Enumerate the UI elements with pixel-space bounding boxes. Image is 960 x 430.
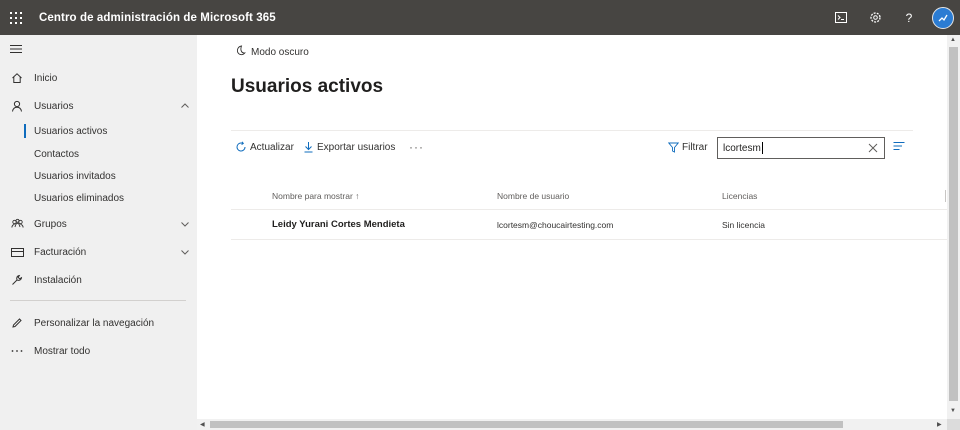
hamburger-icon[interactable]	[9, 43, 23, 55]
dark-mode-label: Modo oscuro	[251, 46, 309, 58]
active-indicator	[24, 124, 26, 138]
help-glyph: ?	[905, 10, 913, 25]
horizontal-scroll-thumb[interactable]	[210, 421, 843, 428]
vertical-scroll-thumb[interactable]	[949, 47, 958, 401]
sidebar: Inicio Usuarios Usuarios activos Contact…	[0, 35, 197, 430]
sidebar-item-inicio[interactable]: Inicio	[0, 66, 197, 90]
gear-icon[interactable]	[858, 0, 892, 35]
column-resize-handle[interactable]	[945, 190, 946, 202]
sidebar-item-mostrar-todo[interactable]: Mostrar todo	[0, 339, 197, 363]
command-bar: Actualizar Exportar usuarios ··· Filtrar…	[231, 130, 913, 162]
vertical-scrollbar[interactable]: ▲ ▼	[947, 35, 960, 419]
search-input[interactable]: lcortesm	[717, 137, 885, 159]
sidebar-subitem-label: Usuarios activos	[34, 125, 108, 137]
more-actions-icon: ···	[409, 140, 424, 154]
filter-button[interactable]: Filtrar	[668, 131, 708, 163]
chevron-up-icon[interactable]	[180, 101, 190, 111]
text-caret	[761, 142, 763, 154]
cell-username: lcortesm@choucairtesting.com	[497, 220, 614, 230]
column-header-display-name[interactable]: Nombre para mostrar ↑	[272, 191, 359, 201]
more-actions-button[interactable]: ···	[409, 131, 424, 163]
sidebar-subitem-label: Usuarios invitados	[34, 170, 116, 182]
clear-search-icon[interactable]	[868, 143, 878, 153]
avatar	[932, 6, 954, 29]
sidebar-subitem-contactos[interactable]: Contactos	[0, 144, 197, 164]
page-title: Usuarios activos	[231, 76, 384, 97]
account-button[interactable]	[926, 0, 960, 35]
moon-icon	[235, 45, 246, 59]
scroll-right-icon[interactable]: ▶	[937, 421, 942, 428]
sidebar-subitem-usuarios-invitados[interactable]: Usuarios invitados	[0, 166, 197, 186]
sidebar-item-label: Inicio	[34, 72, 58, 84]
home-icon	[10, 71, 24, 85]
refresh-button[interactable]: Actualizar	[235, 131, 294, 163]
sidebar-item-instalacion[interactable]: Instalación	[0, 268, 197, 292]
horizontal-scrollbar[interactable]: ◀ ▶	[197, 419, 947, 430]
dark-mode-toggle[interactable]: Modo oscuro	[235, 45, 309, 59]
sidebar-item-facturacion[interactable]: Facturación	[0, 240, 197, 264]
scroll-down-icon[interactable]: ▼	[950, 408, 956, 414]
refresh-label: Actualizar	[250, 141, 294, 153]
help-icon[interactable]: ?	[892, 0, 926, 35]
sidebar-divider	[10, 300, 186, 301]
column-header-username[interactable]: Nombre de usuario	[497, 191, 569, 201]
terminal-icon[interactable]	[824, 0, 858, 35]
refresh-icon	[236, 141, 246, 152]
sidebar-item-usuarios[interactable]: Usuarios	[0, 94, 197, 118]
app-title[interactable]: Centro de administración de Microsoft 36…	[39, 12, 276, 24]
sidebar-item-label: Grupos	[34, 218, 67, 230]
sidebar-subitem-label: Usuarios eliminados	[34, 192, 125, 204]
download-icon	[304, 142, 313, 153]
filter-icon	[668, 142, 679, 153]
sidebar-item-label: Usuarios	[34, 100, 74, 112]
group-icon	[10, 217, 24, 231]
sidebar-item-label: Facturación	[34, 246, 87, 258]
person-icon	[10, 99, 24, 113]
ellipsis-icon	[10, 344, 24, 358]
sidebar-subitem-usuarios-activos[interactable]: Usuarios activos	[0, 121, 197, 141]
users-table: Nombre para mostrar ↑ Nombre de usuario …	[231, 183, 947, 240]
chevron-down-icon[interactable]	[180, 247, 190, 257]
billing-icon	[10, 245, 24, 259]
top-bar: Centro de administración de Microsoft 36…	[0, 0, 960, 35]
sidebar-subitem-usuarios-eliminados[interactable]: Usuarios eliminados	[0, 188, 197, 208]
pencil-icon	[10, 316, 24, 330]
sidebar-item-label: Instalación	[34, 274, 82, 286]
sidebar-subitem-label: Contactos	[34, 148, 80, 160]
export-users-label: Exportar usuarios	[317, 141, 396, 153]
main-content: Modo oscuro Usuarios activos Actualizar …	[197, 35, 947, 419]
export-users-button[interactable]: Exportar usuarios	[303, 131, 395, 163]
sidebar-item-grupos[interactable]: Grupos	[0, 212, 197, 236]
cell-license: Sin licencia	[722, 220, 765, 230]
column-options-icon[interactable]	[893, 141, 905, 153]
scrollbar-corner	[947, 419, 960, 430]
table-row[interactable]: Leidy Yurani Cortes Mendieta lcortesm@ch…	[231, 210, 947, 240]
filter-label: Filtrar	[682, 141, 708, 153]
cell-display-name[interactable]: Leidy Yurani Cortes Mendieta	[272, 219, 405, 230]
app-launcher-icon[interactable]	[0, 0, 32, 35]
sidebar-item-label: Personalizar la navegación	[34, 317, 155, 329]
search-value: lcortesm	[723, 142, 761, 154]
wrench-icon	[10, 273, 24, 287]
chevron-down-icon[interactable]	[180, 219, 190, 229]
scroll-left-icon[interactable]: ◀	[200, 421, 205, 428]
sidebar-item-personalizar[interactable]: Personalizar la navegación	[0, 311, 197, 335]
scroll-up-icon[interactable]: ▲	[950, 37, 956, 43]
table-header: Nombre para mostrar ↑ Nombre de usuario …	[231, 183, 947, 210]
sidebar-item-label: Mostrar todo	[34, 345, 91, 357]
column-header-licenses[interactable]: Licencias	[722, 191, 757, 201]
